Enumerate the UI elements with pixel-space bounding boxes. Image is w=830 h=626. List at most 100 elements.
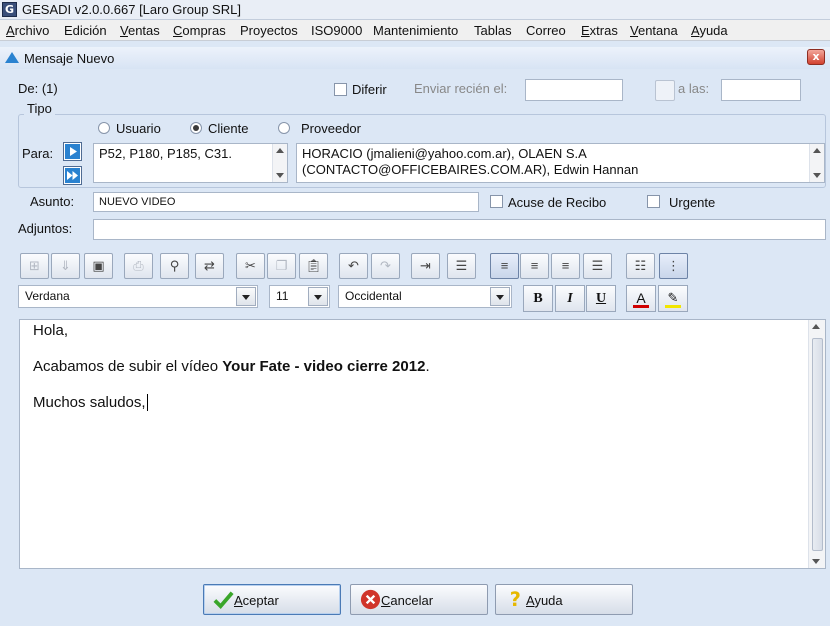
menu-edicion[interactable]: Edición: [64, 23, 107, 38]
menu-tablas[interactable]: Tablas: [474, 23, 512, 38]
highlight-button[interactable]: ✎: [658, 285, 688, 312]
para-label: Para:: [22, 146, 54, 161]
message-line: Acabamos de subir el vídeo Your Fate - v…: [33, 358, 430, 376]
alas-label: a las:: [678, 81, 710, 96]
question-icon: ?: [510, 588, 521, 611]
para-contacts-field[interactable]: HORACIO (jmalieni@yahoo.com.ar), OLAEN S…: [296, 143, 825, 183]
menu-ventana[interactable]: Ventana: [630, 23, 678, 38]
align-justify-icon[interactable]: ☰: [583, 253, 612, 279]
cut-icon[interactable]: ✂: [236, 253, 265, 279]
radio-proveedor[interactable]: [278, 122, 290, 134]
editor-scrollbar[interactable]: [808, 320, 825, 568]
radio-usuario-label: Usuario: [116, 121, 161, 136]
para-contacts-line2: (CONTACTO@OFFICEBAIRES.COM.AR), Edwin Ha…: [302, 162, 639, 177]
font-select[interactable]: Verdana: [18, 285, 258, 308]
asunto-label: Asunto:: [30, 194, 75, 209]
accept-button[interactable]: Aceptar: [203, 584, 341, 615]
chevron-down-icon[interactable]: [490, 287, 510, 306]
highlight-bar: [665, 305, 681, 308]
app-icon: G: [2, 2, 17, 17]
menu-mantenimiento[interactable]: Mantenimiento: [373, 23, 458, 38]
justify-icon[interactable]: ☰: [447, 253, 476, 279]
font-color-button[interactable]: A: [626, 285, 656, 312]
radio-cliente[interactable]: [190, 122, 202, 134]
svg-text:?: ?: [510, 588, 521, 611]
acuse-label: Acuse de Recibo: [508, 195, 607, 210]
bold-button[interactable]: B: [523, 285, 553, 312]
print-icon[interactable]: ⎙: [124, 253, 153, 279]
indent-icon[interactable]: ⇥: [411, 253, 440, 279]
urgente-checkbox[interactable]: [647, 195, 660, 208]
dialog-title: Mensaje Nuevo: [24, 51, 115, 66]
menu-archivo[interactable]: Archivo: [6, 23, 49, 38]
charset-select[interactable]: Occidental: [338, 285, 512, 308]
message-line: Muchos saludos,​: [33, 394, 430, 412]
copy-icon[interactable]: ❐: [267, 253, 296, 279]
message-body: Hola, Acabamos de subir el vídeo Your Fa…: [33, 322, 430, 430]
video-title: Your Fate - video cierre 2012: [222, 358, 426, 375]
para-codes-text: P52, P180, P185, C31.: [99, 146, 232, 161]
align-right-icon[interactable]: ≡: [551, 253, 580, 279]
add-all-recipients-button[interactable]: [63, 166, 82, 185]
message-editor[interactable]: Hola, Acabamos de subir el vídeo Your Fa…: [19, 319, 826, 569]
paste-icon[interactable]: 📋︎: [299, 253, 328, 279]
menu-ayuda[interactable]: Ayuda: [691, 23, 728, 38]
tipo-label: Tipo: [24, 101, 55, 116]
menu-extras[interactable]: Extras: [581, 23, 618, 38]
enviar-label: Enviar recién el:: [414, 81, 508, 96]
size-select[interactable]: 11: [269, 285, 330, 308]
date-picker-button[interactable]: [655, 80, 675, 101]
enviar-date-field[interactable]: [525, 79, 623, 101]
find-icon[interactable]: ⚲: [160, 253, 189, 279]
menu-iso9000[interactable]: ISO9000: [311, 23, 362, 38]
radio-proveedor-label: Proveedor: [301, 121, 361, 136]
para-contacts-line1: HORACIO (jmalieni@yahoo.com.ar), OLAEN S…: [302, 146, 587, 161]
chevron-down-icon[interactable]: [236, 287, 256, 306]
highlighter-icon: ✎: [667, 291, 679, 306]
adjuntos-field[interactable]: [93, 219, 826, 240]
scrollbar-thumb[interactable]: [812, 338, 823, 551]
para-codes-field[interactable]: P52, P180, P185, C31.: [93, 143, 288, 183]
help-button[interactable]: ? Ayuda: [495, 584, 633, 615]
message-line: Hola,: [33, 322, 69, 339]
add-recipient-button[interactable]: [63, 142, 82, 161]
save-icon[interactable]: ▣: [84, 253, 113, 279]
menu-proyectos[interactable]: Proyectos: [240, 23, 298, 38]
adjuntos-label: Adjuntos:: [18, 221, 73, 236]
font-select-value: Verdana: [25, 289, 70, 303]
chevron-down-icon[interactable]: [308, 287, 328, 306]
message-text: Muchos saludos,: [33, 394, 146, 411]
italic-button[interactable]: I: [555, 285, 585, 312]
scrollbar[interactable]: [809, 144, 824, 182]
diferir-label: Diferir: [352, 82, 387, 97]
replace-icon[interactable]: ⇄: [195, 253, 224, 279]
font-color-icon: A: [636, 290, 646, 306]
checkmark-icon: [213, 591, 234, 610]
radio-usuario[interactable]: [98, 122, 110, 134]
scrollbar[interactable]: [272, 144, 287, 182]
numbered-list-icon[interactable]: ⋮: [659, 253, 688, 279]
redo-icon[interactable]: ↷: [371, 253, 400, 279]
size-select-value: 11: [276, 289, 289, 303]
acuse-checkbox[interactable]: [490, 195, 503, 208]
cancel-icon: [360, 589, 381, 610]
asunto-field[interactable]: NUEVO VIDEO: [93, 192, 479, 212]
message-text: Acabamos de subir el vídeo: [33, 358, 223, 375]
align-center-icon[interactable]: ≡: [520, 253, 549, 279]
align-left-icon[interactable]: ≡: [490, 253, 519, 279]
time-field[interactable]: [721, 79, 801, 101]
open-icon[interactable]: ⇓: [51, 253, 80, 279]
underline-button[interactable]: U: [586, 285, 616, 312]
diferir-checkbox[interactable]: [334, 83, 347, 96]
menu-ventas[interactable]: Ventas: [120, 23, 160, 38]
radio-cliente-label: Cliente: [208, 121, 249, 136]
menu-compras[interactable]: Compras: [173, 23, 226, 38]
undo-icon[interactable]: ↶: [339, 253, 368, 279]
close-button[interactable]: x: [807, 49, 825, 65]
new-icon[interactable]: ⊞: [20, 253, 49, 279]
bullet-list-icon[interactable]: ☷: [626, 253, 655, 279]
help-label: Ayuda: [526, 593, 563, 608]
menu-correo[interactable]: Correo: [526, 23, 566, 38]
cancel-button[interactable]: Cancelar: [350, 584, 488, 615]
fast-forward-icon: [65, 168, 80, 183]
